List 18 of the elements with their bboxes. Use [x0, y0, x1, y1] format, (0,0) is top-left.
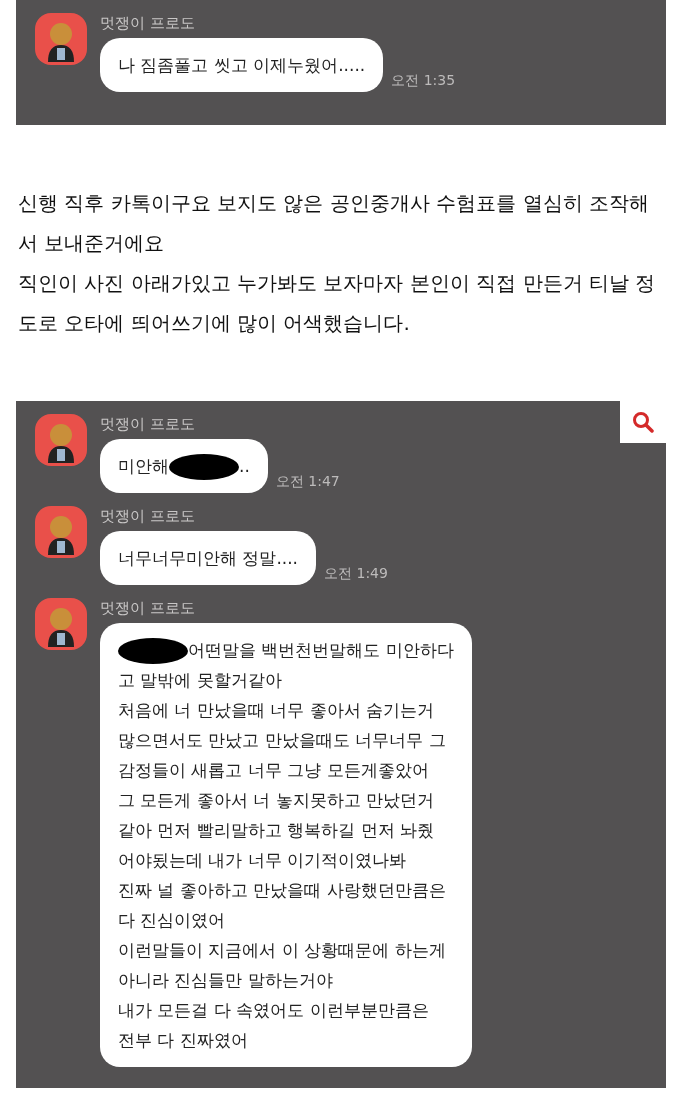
article-paragraph: 신행 직후 카톡이구요 보지도 않은 공인중개사 수험표를 열심히 조작해서 보내준거에요 [18, 190, 650, 257]
sender-name: 멋쟁이 프로도 [100, 599, 195, 618]
message-time: 오전 1:49 [324, 565, 388, 583]
message-time: 오전 1:47 [275, 473, 340, 491]
message-time: 오전 1:35 [391, 72, 456, 90]
sender-name: 멋쟁이 프로도 [100, 14, 195, 33]
avatar-icon [34, 413, 88, 467]
search-icon [632, 411, 654, 433]
sender-name: 멋쟁이 프로도 [100, 507, 195, 526]
message-bubble: 어떤말을 백번천번말해도 미안하다 고 말밖에 못할거같아 처음에 너 만났을때 너무 좋아서 숨기는거 많으면서도 만났고 만났을때도 너무너무 그 감정들이 새롭고 너무 그냥 모든게좋았어 그 모든게 좋아서 너 놓지못하고 만났던거 같아 먼저 빨리말하고 행복하길 먼저 놔줬 어야됬는데 내가 너무 이기적이였나봐 진짜 널 좋아하고 만났을때 사랑했던만큼은 다 진심이였어 이런말들이 지금에서 이 상황때문에 하는게 아니라 진심들만 말하는거야 내가 모든걸 다 속였어도 이런부분만큼은 전부 다 진짜였어 [100, 623, 472, 1067]
sender-name: 멋쟁이 프로도 [100, 415, 195, 434]
article-paragraph: 직인이 사진 아래가있고 누가봐도 보자마자 본인이 직접 만든거 티날 정도로 오타에 띄어쓰기에 많이 어색했습니다. [18, 270, 657, 337]
avatar-icon [34, 597, 88, 651]
message-bubble: 나 짐좀풀고 씻고 이제누웠어..... [100, 38, 384, 92]
message-bubble: 미안해 .. [100, 439, 268, 493]
avatar-icon [34, 12, 88, 66]
avatar-icon [34, 505, 88, 559]
message-bubble: 너무너무미안해 정말.... [100, 531, 317, 585]
